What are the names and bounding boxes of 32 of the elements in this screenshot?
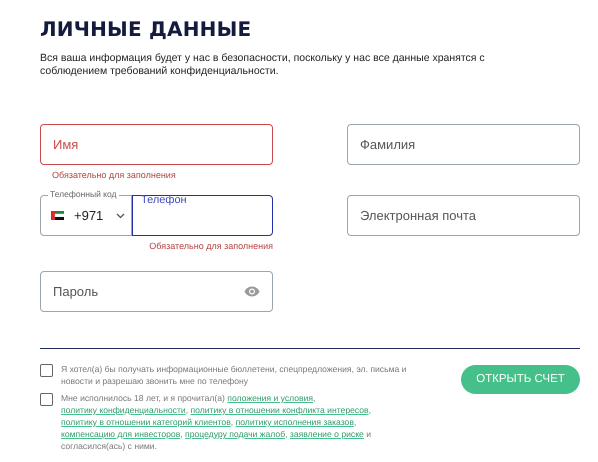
policy-link[interactable]: политику в отношении конфликта интересов <box>190 405 369 415</box>
placeholder-text: Пароль <box>53 282 98 301</box>
policy-link[interactable]: политику в отношении категорий клиентов <box>61 417 231 427</box>
chevron-down-icon <box>116 212 125 218</box>
first-name-field[interactable]: Имя <box>40 124 273 165</box>
policy-link[interactable]: компенсацию для инвесторов <box>61 429 180 439</box>
placeholder-text: Фамилия <box>360 136 416 154</box>
password-field[interactable]: Пароль <box>40 271 273 312</box>
error-text: Обязательно для заполнения <box>52 169 176 182</box>
open-account-button[interactable]: ОТКРЫТЬ СЧЕТ <box>461 365 580 394</box>
error-text: Обязательно для заполнения <box>149 240 273 253</box>
placeholder-text: Электронная почта <box>360 206 476 225</box>
policy-link[interactable]: заявление о риске <box>290 429 364 439</box>
email-field[interactable]: Электронная почта <box>347 195 580 236</box>
field-label: Телефонный код <box>48 189 118 199</box>
phone-field[interactable]: Телефон <box>132 195 273 236</box>
phone-code-value: +971 <box>74 206 104 225</box>
intro-text: Вся ваша информация будет у нас в безопасности, поскольку у нас все данные хранятся с соблюдением требований конфиденциальности. <box>40 52 486 78</box>
last-name-field[interactable]: Фамилия <box>347 124 580 165</box>
consent-text: Я хотел(а) бы получать информационные бюллетени, спецпредложения, эл. письма и новости и разрешаю звонить мне по телефону <box>61 363 408 387</box>
policy-link[interactable]: положения и условия <box>227 393 314 403</box>
consent-text: Мне исполнилось 18 лет, и я прочитал(а) положения и условия, политику конфиденциальности, политику в отношении конфликта интересов, политику в отношении категорий клиентов, политику исполнения заказов, компенсацию для инвесторов, процедуру подачи жалоб, заявление о риске и согласился(ась) с ними. <box>61 392 372 452</box>
placeholder-text: Имя <box>53 136 78 154</box>
checkbox[interactable] <box>40 364 53 377</box>
policy-link[interactable]: политику конфиденциальности <box>61 405 186 415</box>
page-heading: ЛИЧНЫЕ ДАННЫЕ <box>40 16 252 43</box>
eye-icon[interactable] <box>244 286 260 297</box>
checkbox[interactable] <box>40 393 53 406</box>
policy-link[interactable]: политику исполнения заказов <box>236 417 354 427</box>
flag-icon <box>51 211 64 220</box>
field-label: Телефон <box>141 195 188 206</box>
policy-link[interactable]: процедуру подачи жалоб <box>185 429 286 439</box>
